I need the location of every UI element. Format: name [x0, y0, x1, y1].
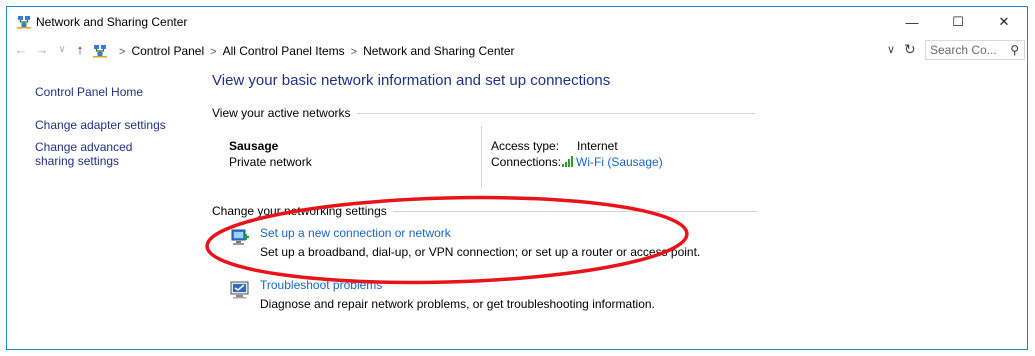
breadcrumb-separator[interactable]: > [210, 46, 216, 58]
page-title: View your basic network information and … [212, 72, 611, 89]
section-divider [356, 112, 755, 114]
network-sharing-window: Network and Sharing Center — ☐ ✕ ← → ∨ ↑… [6, 6, 1028, 350]
recent-locations-button[interactable]: ∨ [54, 44, 70, 55]
sidebar-item-adapter-settings[interactable]: Change adapter settings [35, 118, 166, 132]
active-networks-label: View your active networks [212, 106, 351, 120]
minimize-button[interactable]: — [889, 7, 935, 37]
section-divider [392, 210, 757, 212]
troubleshoot-icon [230, 281, 249, 299]
network-category: Private network [229, 155, 312, 169]
breadcrumb-all-items[interactable]: All Control Panel Items [223, 44, 345, 58]
setup-connection-description: Set up a broadband, dial-up, or VPN conn… [260, 245, 701, 259]
troubleshoot-description: Diagnose and repair network problems, or… [260, 297, 655, 311]
forward-button[interactable]: → [34, 42, 50, 57]
breadcrumb: > Control Panel > All Control Panel Items > N… [113, 44, 515, 58]
access-type-label: Access type: [491, 139, 560, 153]
breadcrumb-separator[interactable]: > [351, 46, 357, 58]
breadcrumb-control-panel[interactable]: Control Panel [131, 44, 204, 58]
address-bar: ← → ∨ ↑ > Control Panel > All Control Panel… [7, 39, 1027, 63]
wifi-signal-icon [562, 156, 573, 167]
up-button[interactable]: ↑ [72, 42, 88, 57]
troubleshoot-link[interactable]: Troubleshoot problems [260, 278, 382, 292]
search-input[interactable] [930, 43, 1000, 57]
address-dropdown-button[interactable]: ∨ [887, 43, 895, 56]
network-divider [481, 126, 482, 188]
title-bar: Network and Sharing Center — ☐ ✕ [7, 7, 1027, 37]
back-button[interactable]: ← [13, 42, 29, 57]
refresh-button[interactable]: ↻ [904, 41, 916, 58]
network-name: Sausage [229, 139, 279, 153]
setup-connection-link[interactable]: Set up a new connection or network [260, 226, 451, 240]
new-connection-icon [231, 229, 249, 245]
wifi-connection-link[interactable]: Wi-Fi (Sausage) [576, 155, 663, 169]
window-title: Network and Sharing Center [36, 15, 188, 29]
sidebar-item-advanced-sharing[interactable]: Change advanced sharing settings [35, 140, 175, 168]
search-box[interactable]: ⚲ [925, 40, 1025, 60]
control-panel-icon [93, 45, 107, 58]
breadcrumb-network-center[interactable]: Network and Sharing Center [363, 44, 514, 58]
breadcrumb-separator[interactable]: > [119, 46, 125, 58]
change-settings-heading: Change your networking settings [212, 204, 757, 218]
search-icon[interactable]: ⚲ [1010, 43, 1019, 57]
change-settings-label: Change your networking settings [212, 204, 387, 218]
connections-label: Connections: [491, 155, 562, 169]
active-networks-heading: View your active networks [212, 106, 755, 120]
close-button[interactable]: ✕ [981, 7, 1027, 37]
network-center-icon [17, 16, 31, 29]
sidebar-item-control-panel-home[interactable]: Control Panel Home [35, 85, 143, 99]
access-type-value: Internet [577, 139, 618, 153]
maximize-button[interactable]: ☐ [935, 7, 981, 37]
